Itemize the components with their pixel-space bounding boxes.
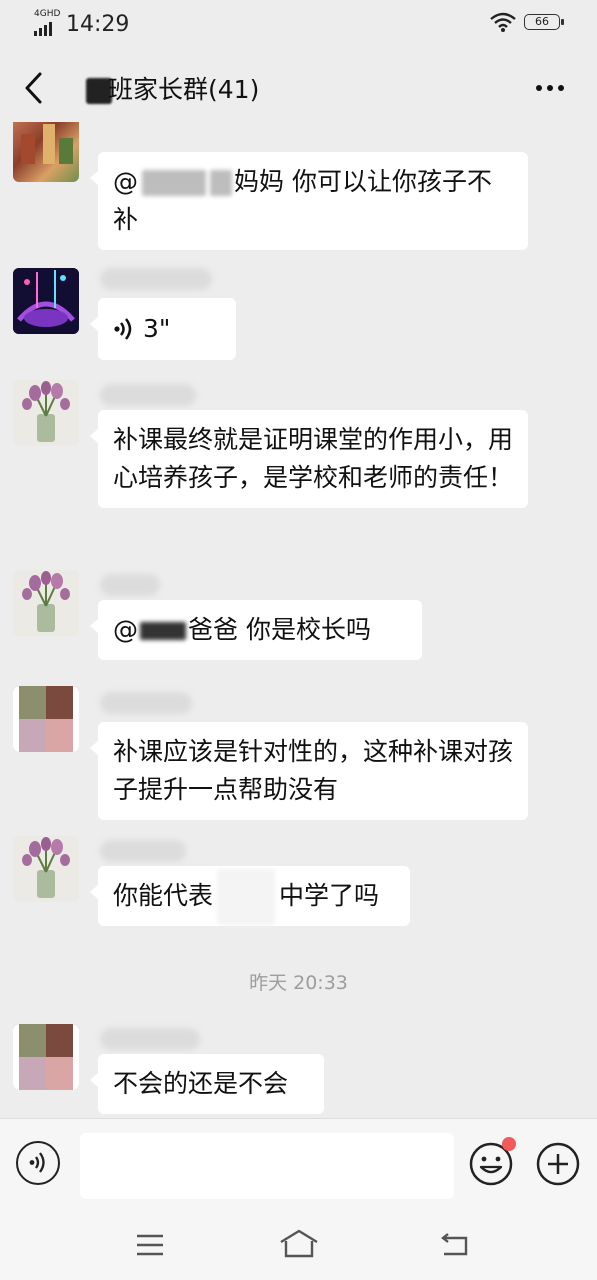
sender-name-redacted [100, 692, 192, 714]
plus-icon[interactable] [535, 1141, 581, 1187]
sender-name-redacted [100, 384, 196, 406]
status-time: 14:29 [66, 12, 130, 37]
voice-wave-icon [114, 318, 132, 340]
message-bubble[interactable]: 你能代表 中学了吗 [90, 866, 410, 926]
voice-input-button[interactable] [16, 1141, 60, 1185]
sender-name-redacted [100, 1028, 200, 1050]
message-bubble[interactable]: 补课应该是针对性的，这种补课对孩子提升一点帮助没有 [90, 722, 528, 820]
sender-name-redacted [100, 840, 186, 862]
sender-name-redacted [100, 268, 212, 290]
name-redaction [140, 622, 186, 640]
chat-title: 班家长群(41) [108, 75, 260, 104]
avatar[interactable] [13, 836, 79, 902]
voice-duration: 3" [143, 314, 171, 343]
avatar[interactable] [13, 1024, 79, 1090]
home-icon[interactable] [278, 1228, 320, 1260]
message-bubble[interactable]: 不会的还是不会 [90, 1054, 324, 1114]
chat-header: 班家长群(41) [0, 56, 597, 120]
message-bubble[interactable]: 补课最终就是证明课堂的作用小，用心培养孩子，是学校和老师的责任！ [90, 410, 528, 508]
message-bubble[interactable]: @ 爸爸 你是校长吗 [90, 600, 422, 660]
back-icon[interactable] [438, 1232, 472, 1260]
message-input[interactable] [80, 1133, 454, 1199]
signal-icon [34, 22, 52, 36]
avatar[interactable] [13, 122, 79, 182]
back-arrow-icon[interactable] [20, 70, 50, 106]
input-bar [0, 1118, 597, 1215]
name-redaction [142, 170, 206, 196]
name-redaction [210, 170, 232, 196]
timestamp: 昨天 20:33 [249, 972, 348, 994]
avatar[interactable] [13, 380, 79, 446]
network-type: 4GHD [34, 9, 61, 19]
avatar[interactable] [13, 686, 79, 752]
battery-indicator: 66 [524, 14, 564, 30]
message-bubble[interactable]: @ 妈妈 你可以让你孩子不补 [90, 152, 528, 250]
voice-message[interactable]: 3" [90, 298, 236, 360]
status-bar: 4GHD 14:29 66 [0, 0, 597, 50]
more-options-icon[interactable] [534, 78, 566, 98]
avatar[interactable] [13, 570, 79, 636]
sender-name-redacted [100, 574, 160, 596]
wifi-icon [490, 12, 516, 32]
name-redaction [217, 869, 276, 925]
system-nav-bar [0, 1214, 597, 1280]
voice-wave-icon [29, 1152, 45, 1173]
message-list[interactable]: @ 妈妈 你可以让你孩子不补 3" 补课最终就是证明课堂的作用小，用心培养孩子，… [0, 122, 597, 1118]
menu-icon[interactable] [134, 1232, 166, 1258]
avatar[interactable] [13, 268, 79, 334]
notification-dot [502, 1137, 516, 1151]
